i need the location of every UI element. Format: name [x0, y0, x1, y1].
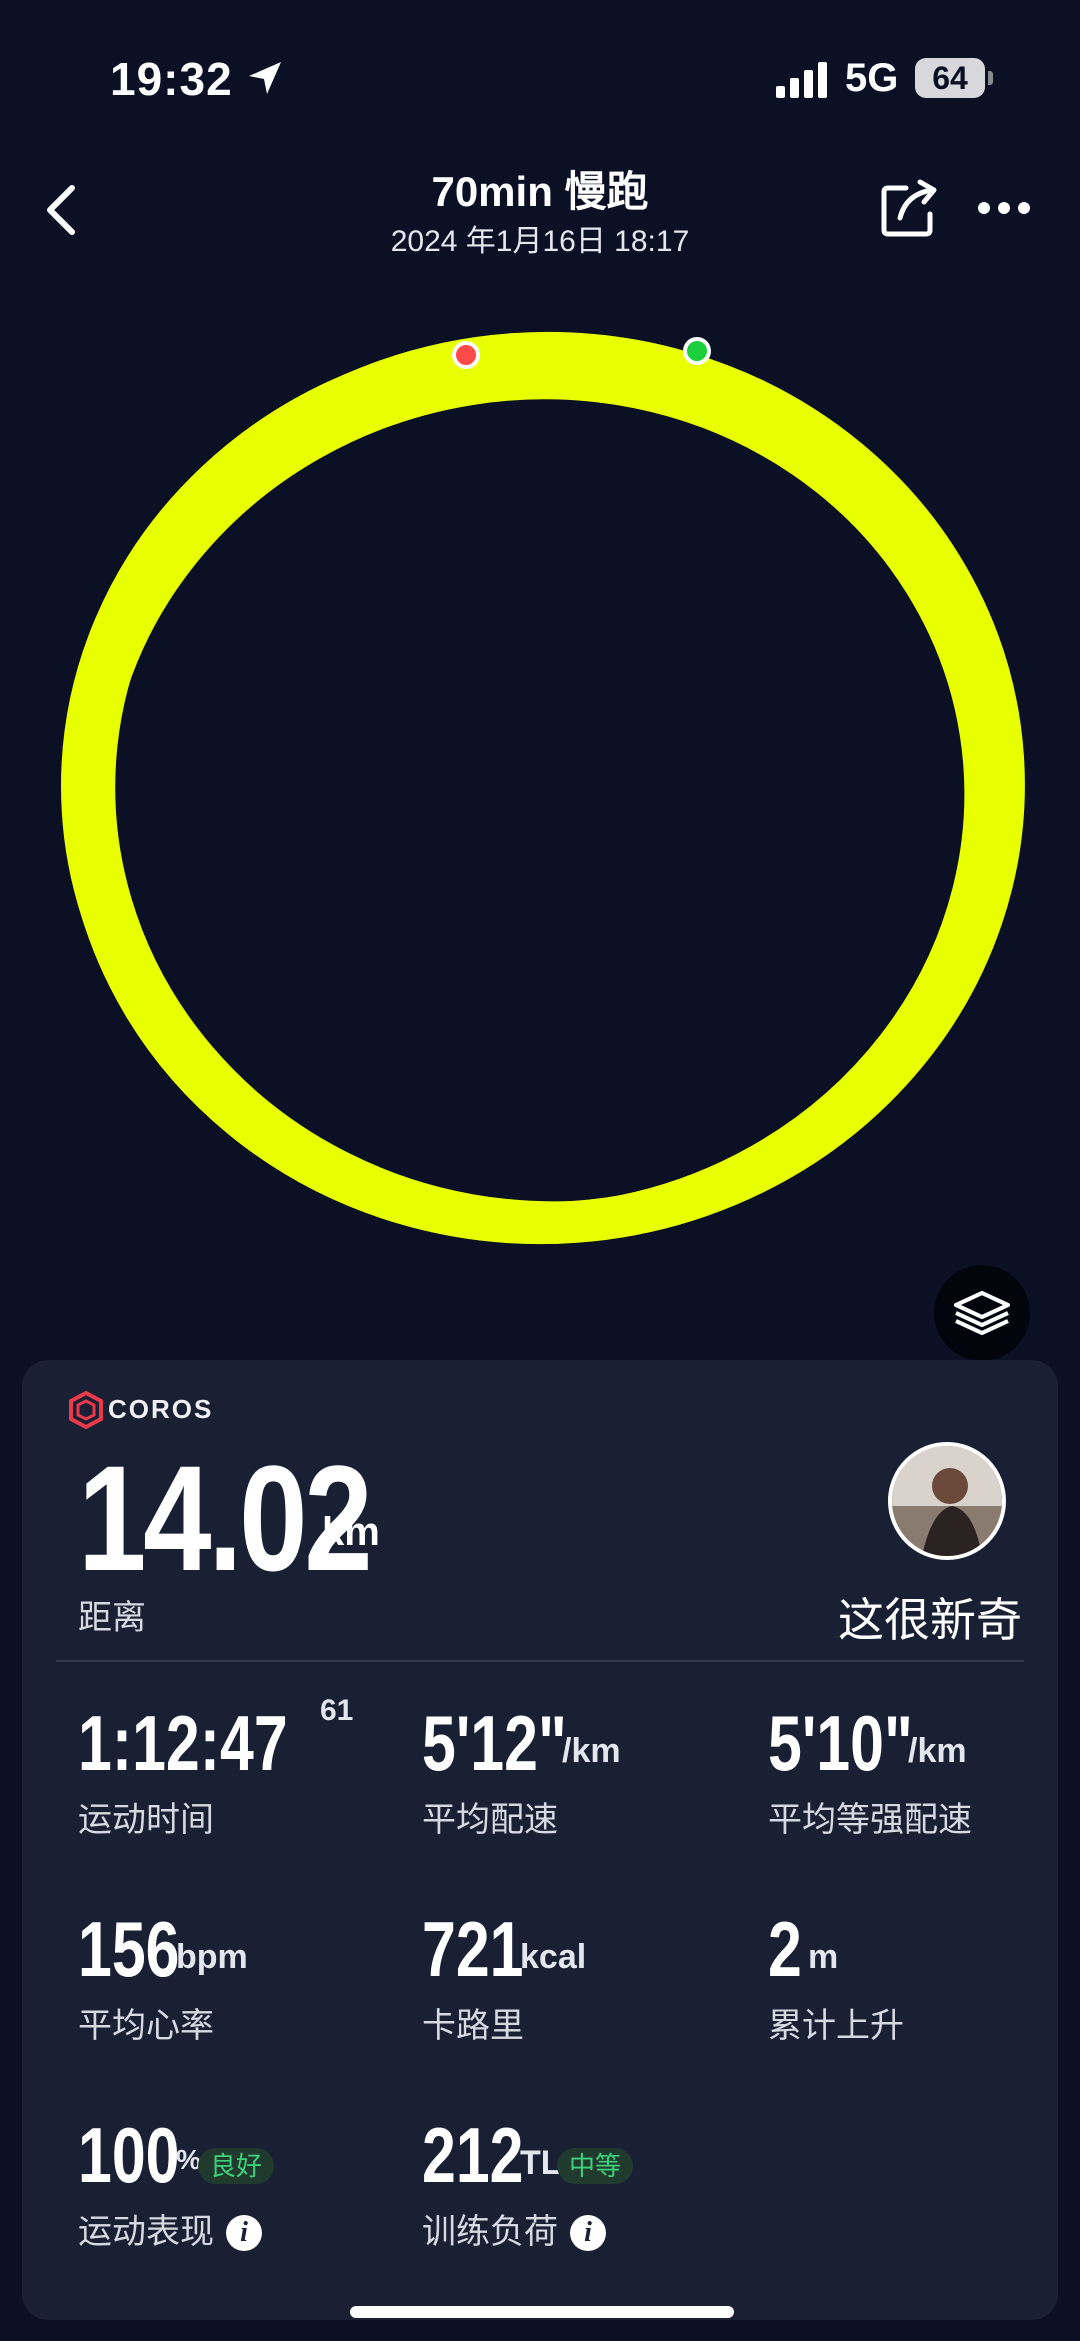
stat-unit: kcal: [520, 1938, 587, 1976]
training-load-badge: 中等: [557, 2148, 634, 2184]
battery-tip: [988, 71, 993, 85]
stat-label: 训练负荷: [422, 2213, 558, 2251]
stat-label: 运动时间: [78, 1801, 214, 1839]
stat-avg-pace: 5'12" /km 平均配速: [422, 1698, 742, 1839]
stat-duration: 1:12:47 61 运动时间: [78, 1694, 398, 1839]
start-point-marker: [452, 341, 480, 369]
stat-label: 平均心率: [78, 2007, 214, 2045]
avatar-image: [892, 1446, 1002, 1556]
stat-unit: TL: [520, 2144, 562, 2182]
brand-name: COROS: [108, 1394, 214, 1424]
avatar[interactable]: [888, 1442, 1006, 1560]
username: 这很新奇: [838, 1594, 1022, 1646]
stat-unit: m: [808, 1938, 839, 1976]
stat-label-row: 训练负荷 i: [422, 2204, 606, 2253]
stat-unit: /km: [908, 1732, 967, 1770]
stat-label-row: 运动表现 i: [78, 2204, 262, 2253]
stat-label: 平均配速: [422, 1801, 558, 1839]
stat-label: 运动表现: [78, 2213, 214, 2251]
divider: [56, 1660, 1024, 1662]
stat-unit: %: [176, 2144, 201, 2175]
stat-value: 212: [422, 2111, 524, 2199]
route-track: [61, 331, 1025, 1245]
stat-unit: /km: [562, 1732, 621, 1770]
stat-label: 累计上升: [768, 2007, 904, 2045]
share-icon[interactable]: [878, 178, 940, 240]
stat-value: 1:12:47: [78, 1699, 288, 1787]
end-point-marker: [683, 337, 711, 365]
stat-label: 平均等强配速: [768, 1801, 972, 1839]
status-bar: 19:32 5G 64: [0, 0, 1080, 160]
stat-avg-heart-rate: 156 bpm 平均心率: [78, 1904, 398, 2045]
stat-value: 100: [78, 2111, 180, 2199]
stat-value: 721: [422, 1905, 524, 1993]
more-options-icon[interactable]: [976, 200, 1032, 216]
stat-training-load: 212 TL 中等 训练负荷 i: [422, 2110, 742, 2251]
activity-summary-card: COROS 14.02 km 距离 这很新奇 1:12:47 61 运动时间 5…: [22, 1360, 1058, 2320]
map-layers-button[interactable]: [934, 1265, 1030, 1361]
battery-icon: 64: [915, 58, 985, 98]
nav-bar: 70min 慢跑 2024 年1月16日 18:17: [0, 150, 1080, 260]
stat-avg-grade-adjusted-pace: 5'10" /km 平均等强配速: [768, 1698, 1080, 1839]
info-icon[interactable]: i: [226, 2215, 262, 2251]
stat-label: 卡路里: [422, 2007, 524, 2045]
performance-badge: 良好: [198, 2148, 275, 2184]
stat-performance: 100 % 良好 运动表现 i: [78, 2110, 398, 2251]
distance-unit: km: [322, 1510, 380, 1554]
distance-label: 距离: [78, 1599, 146, 1637]
route-map[interactable]: N 12 10°C: [0, 280, 1080, 1616]
cellular-signal-icon: [776, 62, 827, 98]
clock: 19:32: [110, 53, 233, 105]
stat-unit: bpm: [176, 1938, 248, 1976]
home-indicator[interactable]: [350, 2306, 734, 2318]
network-type: 5G: [845, 56, 899, 100]
stat-calories: 721 kcal 卡路里: [422, 1904, 742, 2045]
location-arrow-icon: [249, 62, 281, 94]
coros-logo-icon: [69, 1390, 103, 1430]
stat-value: 5'10": [768, 1699, 913, 1787]
stat-value: 2: [768, 1905, 802, 1993]
info-icon[interactable]: i: [570, 2215, 606, 2251]
stat-value-fraction: 61: [320, 1694, 354, 1727]
stat-value: 156: [78, 1905, 180, 1993]
layers-icon: [954, 1291, 1010, 1335]
stat-elevation-gain: 2 m 累计上升: [768, 1904, 1080, 2045]
stat-value: 5'12": [422, 1699, 567, 1787]
